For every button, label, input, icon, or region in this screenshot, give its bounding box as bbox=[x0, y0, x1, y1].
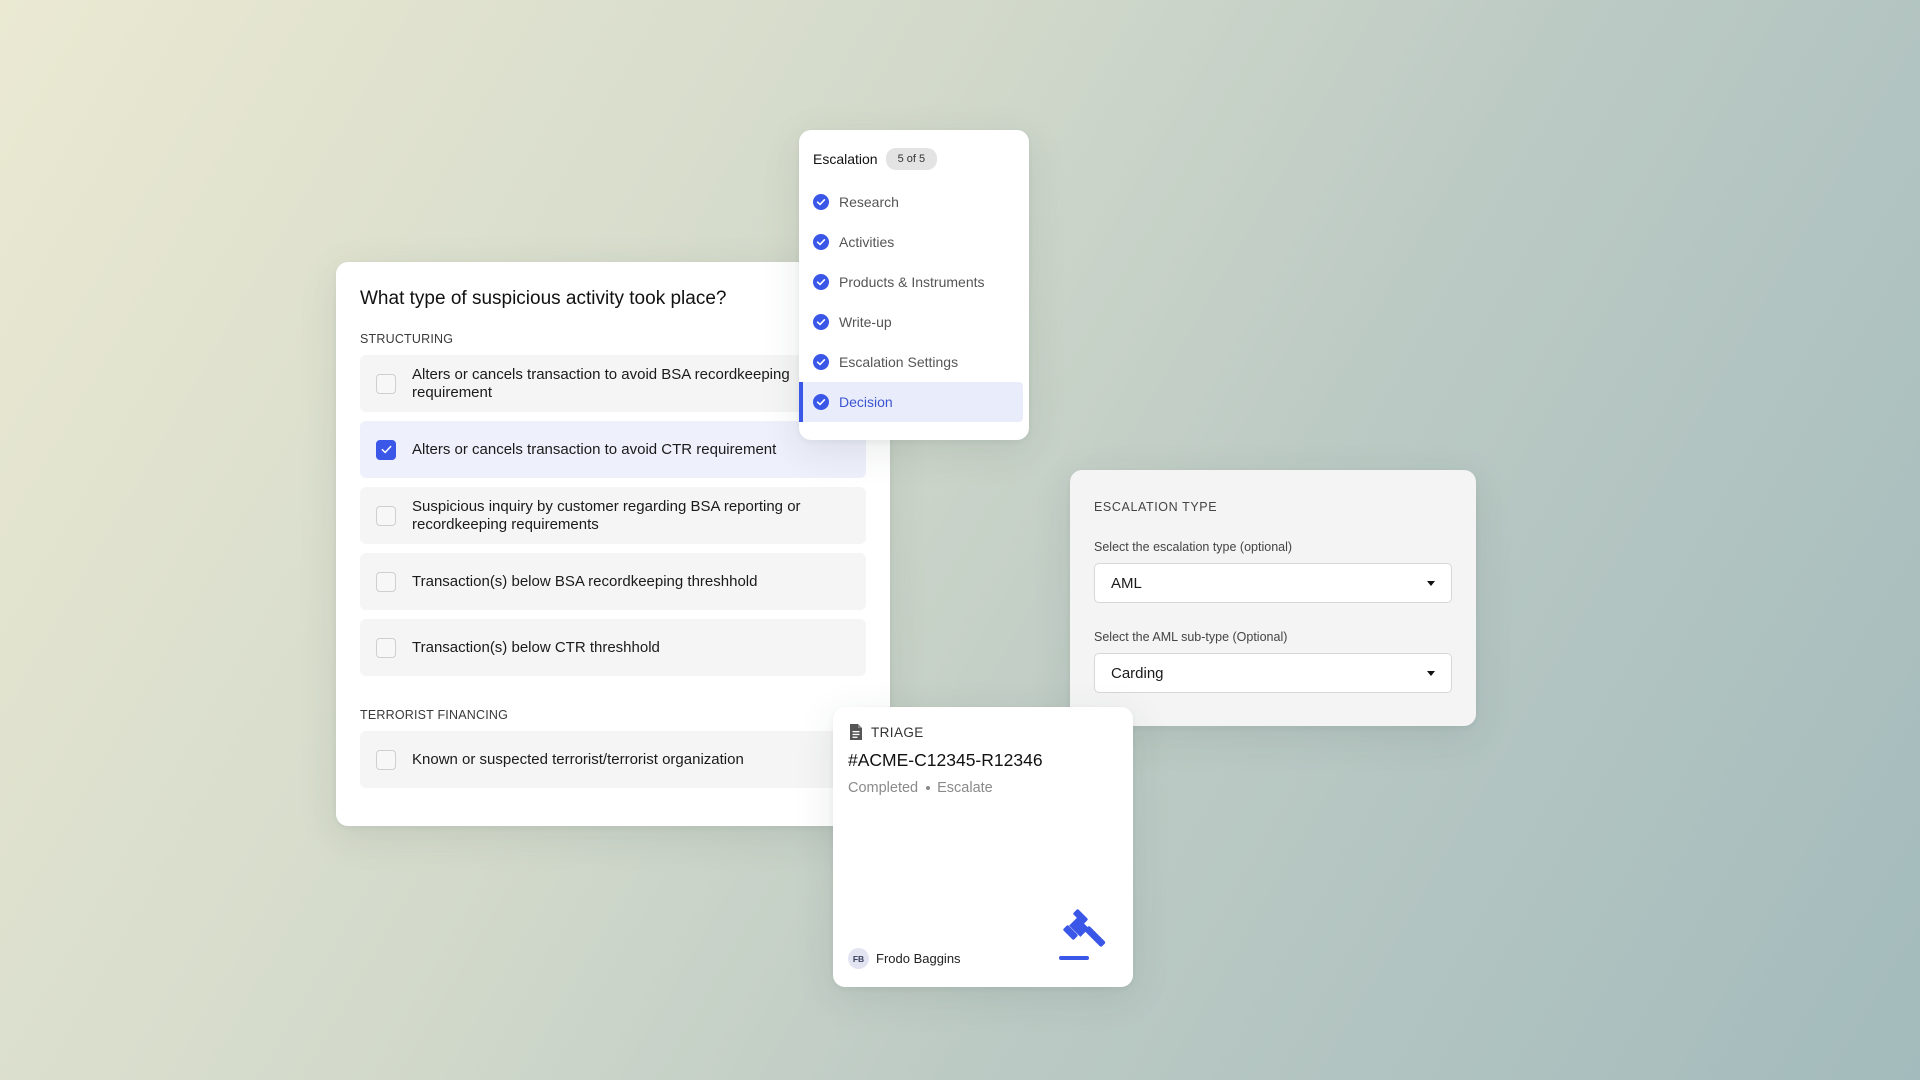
step-escalation-settings[interactable]: Escalation Settings bbox=[799, 342, 1029, 382]
step-label: Write-up bbox=[839, 314, 892, 330]
question-title: What type of suspicious activity took pl… bbox=[360, 288, 727, 309]
check-circle-icon bbox=[813, 274, 829, 290]
checkbox-checked[interactable] bbox=[376, 439, 396, 460]
gavel-icon bbox=[1059, 909, 1106, 960]
escalation-type-select[interactable]: AML bbox=[1094, 563, 1452, 603]
section-label-structuring: STRUCTURING bbox=[360, 332, 454, 346]
option-bsa-recordkeeping[interactable]: Alters or cancels transaction to avoid B… bbox=[360, 355, 866, 412]
step-label: Research bbox=[839, 194, 899, 210]
checkmark-icon bbox=[381, 445, 391, 454]
checkbox[interactable] bbox=[376, 749, 396, 770]
checkbox[interactable] bbox=[376, 637, 396, 658]
case-id: #ACME-C12345-R12346 bbox=[848, 750, 1043, 770]
document-icon bbox=[850, 724, 862, 740]
escalation-steps-card: Escalation 5 of 5 Research Activities Pr… bbox=[799, 130, 1029, 440]
escalation-type-label: Select the escalation type (optional) bbox=[1094, 540, 1293, 554]
avatar: FB bbox=[848, 948, 869, 969]
escalation-type-heading: ESCALATION TYPE bbox=[1094, 500, 1218, 514]
section-label-terrorist-financing: TERRORIST FINANCING bbox=[360, 708, 509, 722]
case-outcome: Escalate bbox=[937, 780, 993, 796]
checkbox[interactable] bbox=[376, 571, 396, 592]
option-label: Alters or cancels transaction to avoid B… bbox=[412, 365, 790, 401]
escalation-type-card: ESCALATION TYPE Select the escalation ty… bbox=[1070, 470, 1476, 726]
option-label: Known or suspected terrorist/terrorist o… bbox=[412, 750, 744, 768]
option-below-bsa-threshold[interactable]: Transaction(s) below BSA recordkeeping t… bbox=[360, 553, 866, 610]
checkbox[interactable] bbox=[376, 505, 396, 526]
aml-subtype-value: Carding bbox=[1111, 664, 1164, 682]
steps-progress-badge: 5 of 5 bbox=[885, 148, 938, 170]
step-label: Products & Instruments bbox=[839, 274, 985, 290]
option-suspicious-inquiry[interactable]: Suspicious inquiry by customer regarding… bbox=[360, 487, 866, 544]
separator-dot bbox=[926, 786, 931, 790]
caret-down-icon bbox=[1427, 670, 1435, 676]
escalation-type-value: AML bbox=[1111, 574, 1142, 592]
case-status: Completed bbox=[848, 780, 919, 796]
triage-label: TRIAGE bbox=[871, 724, 924, 740]
step-label: Activities bbox=[839, 234, 895, 250]
triage-card[interactable]: TRIAGE #ACME-C12345-R12346 Completed Esc… bbox=[833, 707, 1133, 987]
assignee-name: Frodo Baggins bbox=[876, 951, 961, 966]
step-decision[interactable]: Decision bbox=[799, 382, 1023, 422]
check-circle-icon bbox=[813, 394, 829, 410]
option-label: Transaction(s) below CTR threshhold bbox=[412, 638, 660, 656]
aml-subtype-label: Select the AML sub-type (Optional) bbox=[1094, 630, 1288, 644]
option-ctr-requirement[interactable]: Alters or cancels transaction to avoid C… bbox=[360, 421, 866, 478]
check-circle-icon bbox=[813, 194, 829, 210]
steps-header: Escalation 5 of 5 bbox=[799, 148, 1029, 170]
option-below-ctr-threshold[interactable]: Transaction(s) below CTR threshhold bbox=[360, 619, 866, 676]
option-terrorist-organization[interactable]: Known or suspected terrorist/terrorist o… bbox=[360, 731, 866, 788]
check-circle-icon bbox=[813, 234, 829, 250]
option-label: Alters or cancels transaction to avoid C… bbox=[412, 440, 777, 458]
step-activities[interactable]: Activities bbox=[799, 222, 1029, 262]
step-label: Decision bbox=[839, 394, 893, 410]
assignee: FB Frodo Baggins bbox=[848, 948, 961, 969]
step-label: Escalation Settings bbox=[839, 354, 959, 370]
option-label: Suspicious inquiry by customer regarding… bbox=[412, 497, 801, 533]
step-write-up[interactable]: Write-up bbox=[799, 302, 1029, 342]
check-circle-icon bbox=[813, 314, 829, 330]
caret-down-icon bbox=[1427, 580, 1435, 586]
aml-subtype-select[interactable]: Carding bbox=[1094, 653, 1452, 693]
triage-header: TRIAGE bbox=[848, 723, 1118, 741]
steps-title: Escalation bbox=[813, 151, 878, 167]
checkbox[interactable] bbox=[376, 373, 396, 394]
option-label: Transaction(s) below BSA recordkeeping t… bbox=[412, 572, 758, 590]
case-status-line: Completed Escalate bbox=[848, 780, 1118, 796]
step-products-instruments[interactable]: Products & Instruments bbox=[799, 262, 1029, 302]
check-circle-icon bbox=[813, 354, 829, 370]
step-research[interactable]: Research bbox=[799, 182, 1029, 222]
